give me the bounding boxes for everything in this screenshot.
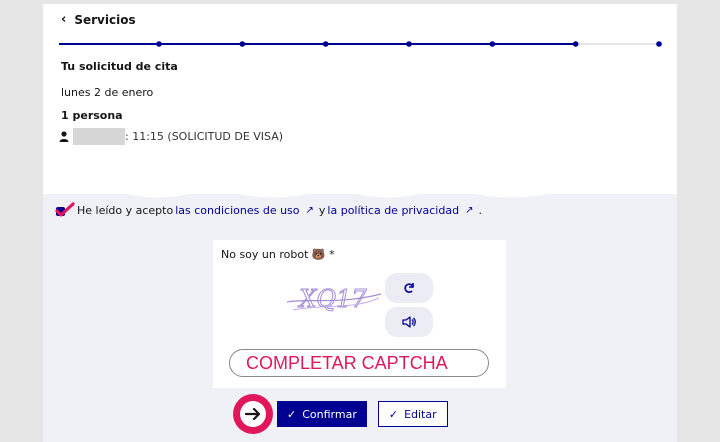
back-link-servicios[interactable]: ‹ Servicios [61, 12, 136, 27]
captcha-widget: No soy un robot 🐻 * XQ17 COMPLETAR CAPTC… [213, 240, 506, 388]
privacy-link[interactable]: la política de privacidad [327, 204, 459, 217]
check-icon: ✓ [388, 407, 399, 421]
person-icon [59, 131, 69, 142]
confirm-button[interactable]: ✓ Confirmar [277, 401, 367, 427]
speaker-icon [402, 316, 416, 328]
consent-suffix: . [478, 203, 482, 217]
progress-stepper [59, 41, 663, 47]
external-link-icon: ↗ [465, 204, 474, 216]
captcha-image: XQ17 [286, 285, 382, 314]
chevron-left-icon: ‹ [61, 12, 67, 27]
card-wave-edge [43, 154, 677, 198]
back-link-label: Servicios [74, 12, 136, 27]
check-icon: ✓ [287, 407, 297, 421]
page-frame: ‹ Servicios Tu solicitud de cita lunes 2… [43, 4, 677, 442]
captcha-audio-button[interactable] [385, 307, 433, 337]
captcha-input[interactable]: COMPLETAR CAPTCHA [229, 349, 489, 377]
stepper-dot [239, 41, 246, 47]
stepper-dot [322, 41, 329, 47]
external-link-icon: ↗ [305, 204, 314, 216]
summary-persons: 1 persona [61, 109, 123, 122]
edit-label: Editar [404, 407, 437, 421]
arrow-right-icon [245, 407, 261, 421]
stepper-dot [156, 41, 162, 47]
consent-conjunction: y [318, 203, 326, 217]
captcha-refresh-button[interactable] [385, 273, 433, 303]
summary-date: lunes 2 de enero [61, 86, 154, 99]
arrow-pointer-badge [233, 394, 273, 434]
terms-link[interactable]: las condiciones de uso [175, 204, 299, 217]
appointment-slot: : 11:15 (SOLICITUD DE VISA) [59, 128, 283, 145]
consent-row: He leído y acepto las condiciones de uso… [55, 202, 482, 218]
stepper-dot [406, 41, 412, 47]
refresh-icon [404, 283, 414, 293]
stepper-dot [489, 41, 496, 47]
action-bar: ✓ Confirmar ✓ Editar [233, 394, 448, 434]
captcha-label: No soy un robot 🐻 * [221, 248, 335, 261]
stepper-dot [656, 41, 662, 47]
summary-title: Tu solicitud de cita [61, 60, 178, 73]
consent-checkbox[interactable] [55, 202, 75, 218]
stepper-dot [572, 41, 579, 47]
consent-prefix: He leído y acepto [77, 203, 174, 217]
edit-button[interactable]: ✓ Editar [377, 401, 448, 427]
confirm-label: Confirmar [302, 407, 357, 421]
slot-text: : 11:15 (SOLICITUD DE VISA) [125, 130, 284, 143]
redacted-name [73, 128, 125, 145]
